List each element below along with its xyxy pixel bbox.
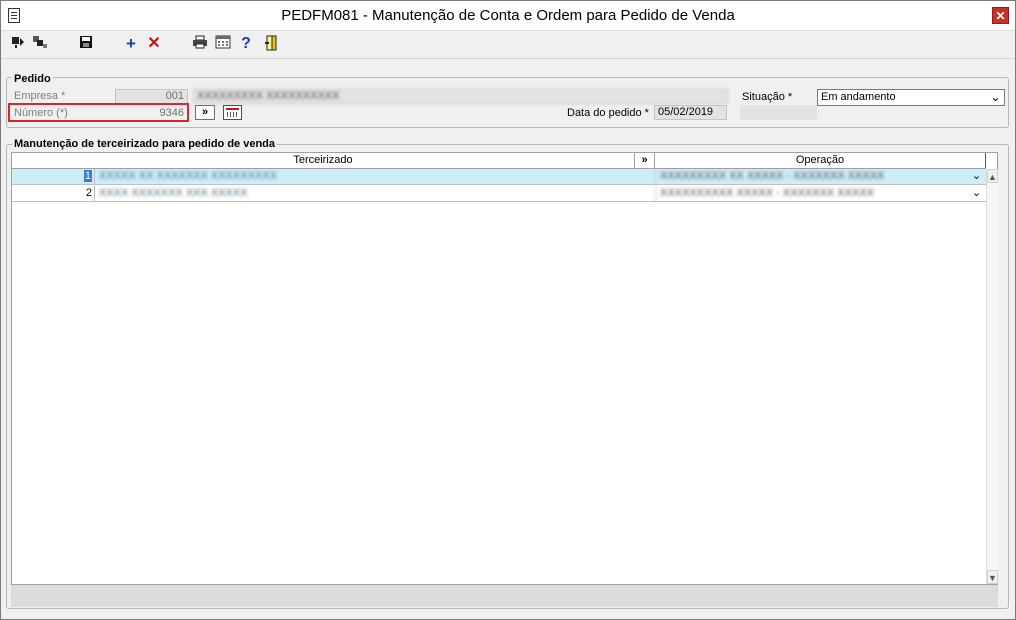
toolbar-separator bbox=[1, 58, 1015, 59]
navigate-first-icon[interactable] bbox=[9, 35, 27, 53]
column-header-operacao[interactable]: Operação bbox=[655, 153, 986, 168]
pedido-group-label: Pedido bbox=[12, 73, 53, 85]
data-pedido-label: Data do pedido * bbox=[567, 107, 649, 119]
operacao-cell[interactable]: XXXXXXXXX XX XXXXX - XXXXXXX XXXXX bbox=[657, 169, 967, 185]
toolbar: + ✕ ? bbox=[1, 32, 1015, 56]
empresa-label: Empresa * bbox=[14, 90, 66, 102]
grid-bottom-strip bbox=[11, 585, 998, 607]
empresa-code-field: 001 bbox=[115, 89, 188, 104]
help-icon[interactable]: ? bbox=[237, 35, 255, 53]
situacao-extra-field bbox=[740, 105, 817, 120]
close-button[interactable]: ✕ bbox=[992, 7, 1009, 24]
situacao-value: Em andamento bbox=[821, 91, 896, 103]
calendar-icon[interactable] bbox=[223, 105, 242, 120]
window-title: PEDFM081 - Manutenção de Conta e Ordem p… bbox=[281, 7, 735, 24]
add-icon[interactable]: + bbox=[122, 35, 140, 53]
operacao-cell[interactable]: XXXXXXXXXX XXXXX - XXXXXXX XXXXX bbox=[657, 186, 967, 202]
chevron-down-icon: ⌄ bbox=[990, 90, 1001, 104]
column-header-terceirizado[interactable]: Terceirizado bbox=[12, 153, 635, 168]
data-pedido-field: 05/02/2019 bbox=[654, 105, 727, 120]
empresa-name-field: XXXXXXXXX XXXXXXXXXX bbox=[193, 89, 728, 104]
calculator-icon[interactable] bbox=[214, 35, 232, 53]
main-window: PEDFM081 - Manutenção de Conta e Ordem p… bbox=[0, 0, 1016, 620]
vertical-scrollbar[interactable]: ▲ ▼ bbox=[986, 169, 998, 584]
exit-door-icon[interactable] bbox=[262, 35, 280, 53]
row-number: 2 bbox=[12, 186, 95, 202]
print-icon[interactable] bbox=[191, 35, 209, 53]
delete-icon[interactable]: ✕ bbox=[145, 35, 163, 53]
save-icon[interactable] bbox=[77, 35, 95, 53]
numero-highlight bbox=[8, 103, 189, 122]
chevron-down-icon[interactable]: ⌄ bbox=[969, 186, 984, 202]
column-expand-button[interactable]: » bbox=[635, 153, 655, 168]
terceirizado-group-label: Manutenção de terceirizado para pedido d… bbox=[12, 138, 278, 150]
scroll-up-icon[interactable]: ▲ bbox=[987, 169, 998, 183]
chevron-down-icon[interactable]: ⌄ bbox=[969, 169, 984, 185]
terceirizado-grid: Terceirizado » Operação 1 XXXXX XX XXXXX… bbox=[11, 152, 998, 585]
row-number: 1 bbox=[12, 169, 95, 185]
situacao-label: Situação * bbox=[742, 91, 793, 103]
terceirizado-cell[interactable]: XXXXX XX XXXXXXX XXXXXXXXX bbox=[96, 169, 656, 185]
scroll-down-icon[interactable]: ▼ bbox=[987, 570, 998, 584]
grid-header: Terceirizado » Operação bbox=[12, 153, 986, 169]
expand-search-button[interactable]: » bbox=[195, 105, 215, 120]
table-row[interactable]: 1 XXXXX XX XXXXXXX XXXXXXXXX XXXXXXXXX X… bbox=[12, 169, 986, 185]
terceirizado-cell[interactable]: XXXX XXXXXXX XXX XXXXX bbox=[96, 186, 656, 202]
situacao-select[interactable]: Em andamento ⌄ bbox=[817, 89, 1005, 106]
title-bar: PEDFM081 - Manutenção de Conta e Ordem p… bbox=[1, 1, 1015, 31]
navigate-record-icon[interactable] bbox=[31, 35, 49, 53]
table-row[interactable]: 2 XXXX XXXXXXX XXX XXXXX XXXXXXXXXX XXXX… bbox=[12, 186, 986, 202]
